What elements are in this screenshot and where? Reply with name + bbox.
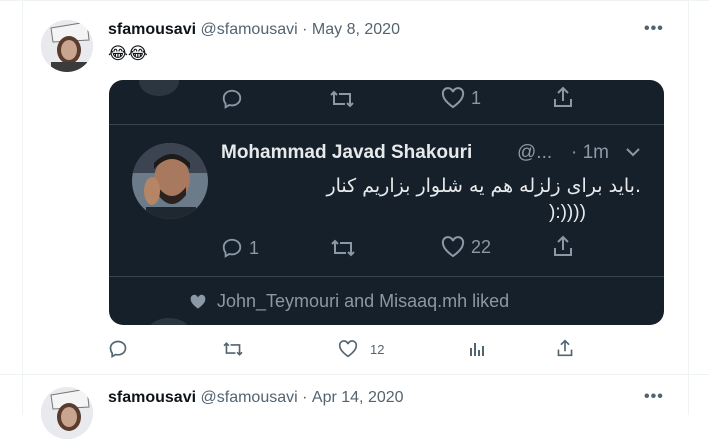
avatar-image xyxy=(41,20,93,72)
views-icon xyxy=(470,343,484,356)
share-icon xyxy=(552,235,574,257)
reply-icon: 1 xyxy=(221,237,259,259)
divider xyxy=(109,276,664,277)
views-button[interactable] xyxy=(468,340,486,358)
retweet-button[interactable] xyxy=(222,340,244,358)
avatar[interactable] xyxy=(41,387,93,439)
separator: · xyxy=(302,21,308,38)
timeline-left-border xyxy=(22,0,23,415)
like-count: 12 xyxy=(370,341,385,357)
avatar xyxy=(132,143,208,219)
tweet-header: sfamousavi @sfamousavi · May 8, 2020 xyxy=(108,21,400,39)
more-icon[interactable]: ••• xyxy=(644,20,664,38)
liked-by-row: John_Teymouri and Misaaq.mh liked xyxy=(189,291,509,312)
like-icon xyxy=(338,340,358,358)
divider xyxy=(109,124,664,125)
like-button[interactable]: 12 xyxy=(338,340,384,358)
like-icon: 22 xyxy=(441,236,491,258)
share-icon xyxy=(557,339,573,357)
cropped-avatar xyxy=(147,318,191,325)
display-name[interactable]: sfamousavi xyxy=(108,389,196,406)
tweet-divider xyxy=(0,374,709,375)
liked-by-text: John_Teymouri and Misaaq.mh liked xyxy=(217,291,510,311)
author-handle: @... xyxy=(517,142,553,163)
reply-icon xyxy=(221,88,243,110)
like-icon: 1 xyxy=(441,87,481,109)
author-name: Mohammad Javad Shakouri xyxy=(221,142,473,163)
tweet-date[interactable]: Apr 14, 2020 xyxy=(312,389,404,406)
post-text-line1: .باید برای زلزله هم یه شلوار بزاریم کنار xyxy=(326,175,641,197)
reply-count: 1 xyxy=(249,237,260,258)
avatar[interactable] xyxy=(41,20,93,72)
cropped-avatar xyxy=(139,80,179,96)
tweet-image[interactable]: 1 Mohammad Javad Shakouri @... · 1m .بای… xyxy=(109,80,664,325)
top-divider xyxy=(0,0,709,1)
timeline-right-border xyxy=(688,0,689,415)
more-icon[interactable]: ••• xyxy=(644,388,664,406)
display-name[interactable]: sfamousavi xyxy=(108,21,196,38)
post-text-line2: ):)))) xyxy=(549,202,586,223)
share-button[interactable] xyxy=(556,339,574,357)
separator: · xyxy=(302,389,308,406)
reply-button[interactable] xyxy=(108,339,128,359)
handle[interactable]: @sfamousavi xyxy=(201,21,298,38)
tweet-date[interactable]: May 8, 2020 xyxy=(312,21,400,38)
tweet-text: 😂😂 xyxy=(108,44,148,64)
retweet-icon xyxy=(223,342,243,356)
share-icon xyxy=(552,86,574,108)
chevron-down-icon xyxy=(624,143,642,166)
post-time: · 1m xyxy=(571,142,609,163)
reply-icon xyxy=(109,340,127,358)
heart-small-icon xyxy=(190,294,206,309)
retweet-icon xyxy=(329,88,355,110)
avatar-image xyxy=(41,387,93,439)
retweet-icon xyxy=(330,237,356,259)
like-count: 1 xyxy=(471,87,482,108)
handle[interactable]: @sfamousavi xyxy=(201,389,298,406)
like-count: 22 xyxy=(471,236,492,257)
tweet-header: sfamousavi @sfamousavi · Apr 14, 2020 xyxy=(108,389,404,407)
avatar-image xyxy=(132,143,208,219)
